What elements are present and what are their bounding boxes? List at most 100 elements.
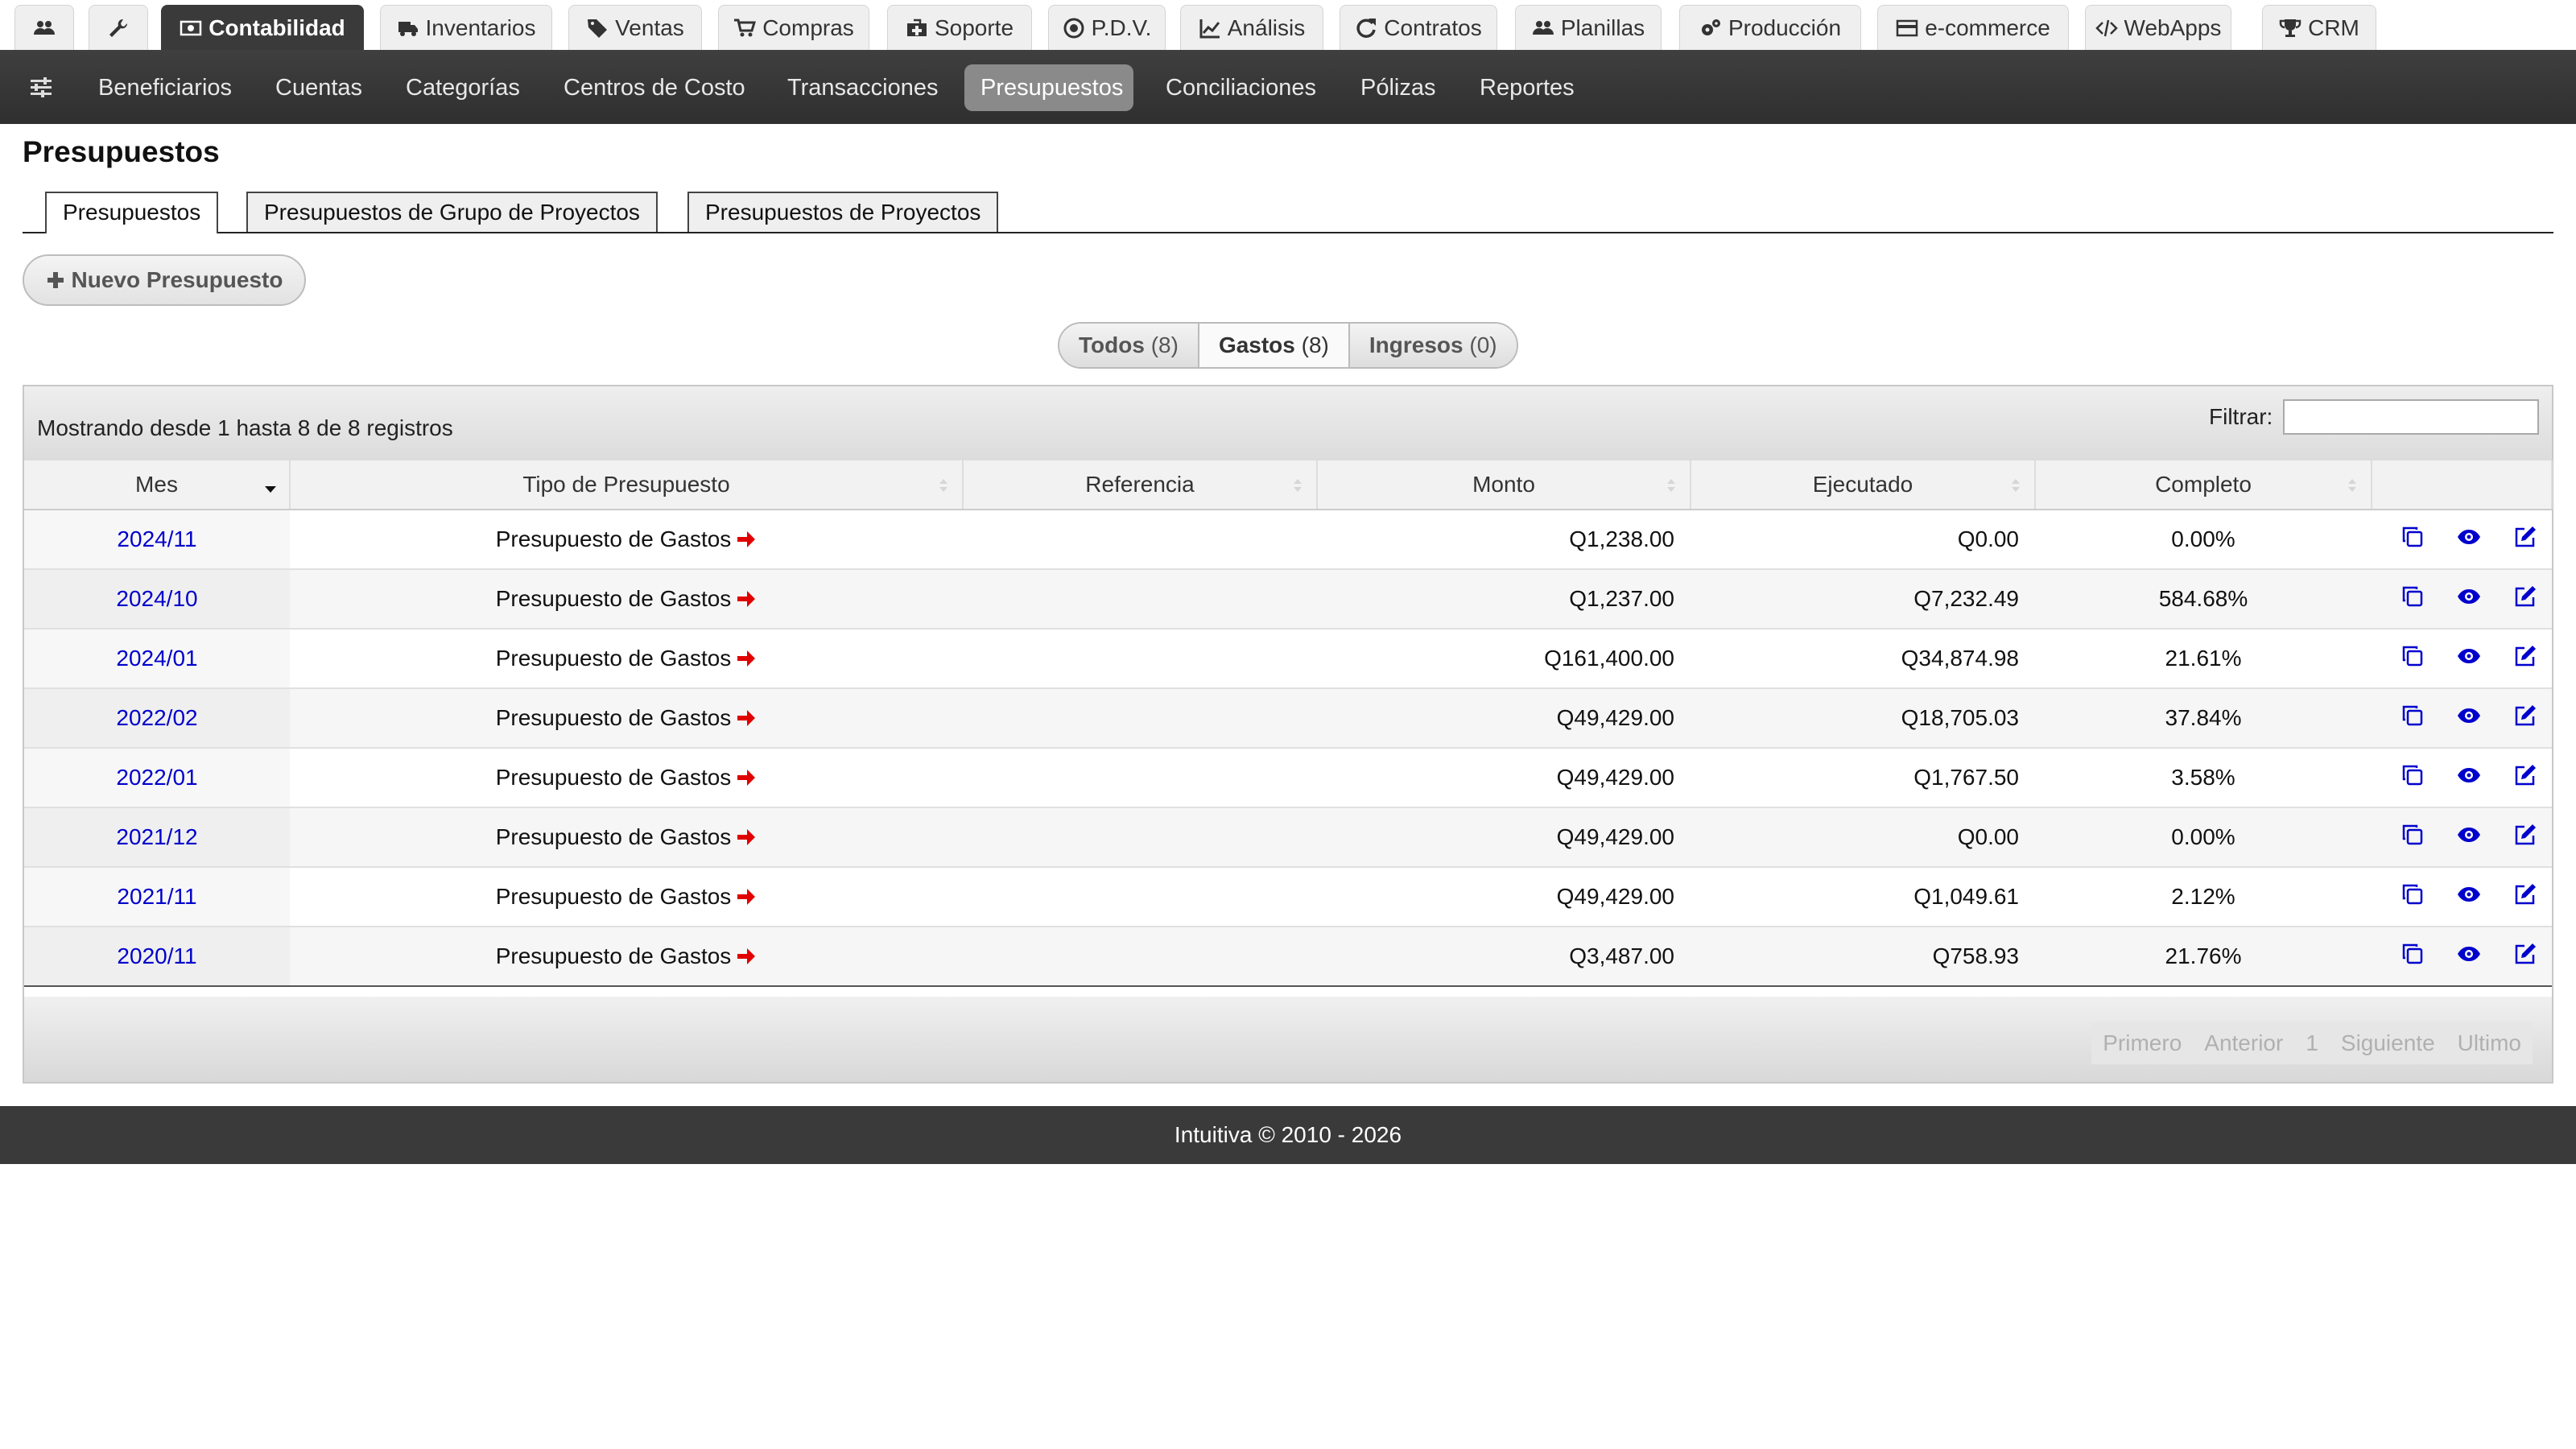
dot-circle-icon (1063, 18, 1084, 38)
copy-button[interactable] (2388, 704, 2438, 733)
module-tab-inventarios[interactable]: Inventarios (380, 5, 552, 50)
copy-button[interactable] (2388, 823, 2438, 852)
row-mes-link[interactable]: 2022/01 (24, 748, 290, 808)
filter-gastos-button[interactable]: Gastos (8) (1199, 324, 1350, 367)
edit-button[interactable] (2500, 763, 2550, 793)
page-prev-button[interactable]: Anterior (2193, 1022, 2295, 1064)
col-monto[interactable]: Monto (1317, 460, 1691, 510)
filter-label: Todos (1079, 332, 1145, 357)
cell-mes: 2024/11 (117, 526, 197, 551)
copy-button[interactable] (2388, 525, 2438, 555)
cell-monto: Q49,429.00 (1556, 824, 1674, 849)
wrench-icon (109, 19, 128, 37)
module-tab-ventas[interactable]: Ventas (568, 5, 702, 50)
page-last-button[interactable]: Ultimo (2446, 1022, 2533, 1064)
module-tab-produccion[interactable]: Producción (1679, 5, 1861, 50)
tab-presupuestos-proyectos[interactable]: Presupuestos de Proyectos (687, 192, 999, 232)
module-tab-crm[interactable]: CRM (2262, 5, 2376, 50)
nav-presupuestos[interactable]: Presupuestos (964, 64, 1133, 111)
nav-beneficiarios[interactable]: Beneficiarios (82, 64, 248, 111)
edit-button[interactable] (2500, 942, 2550, 972)
tab-presupuestos-grupo-proyectos[interactable]: Presupuestos de Grupo de Proyectos (246, 192, 658, 232)
row-mes-link[interactable]: 2021/12 (24, 807, 290, 868)
filter-ingresos-button[interactable]: Ingresos (0) (1349, 324, 1517, 367)
row-completo: 3.58% (2035, 748, 2372, 808)
nav-transacciones[interactable]: Transacciones (771, 64, 955, 111)
module-tab-webapps[interactable]: WebApps (2085, 5, 2231, 50)
cell-mes: 2022/02 (116, 705, 198, 730)
page-next-button[interactable]: Siguiente (2329, 1022, 2446, 1064)
nav-cuentas[interactable]: Cuentas (259, 64, 378, 111)
nav-reportes[interactable]: Reportes (1463, 64, 1591, 111)
code-icon (2095, 19, 2118, 36)
page-number-button[interactable]: 1 (2294, 1022, 2330, 1064)
view-button[interactable] (2444, 823, 2494, 852)
edit-icon (2515, 883, 2536, 904)
copy-button[interactable] (2388, 763, 2438, 793)
edit-button[interactable] (2500, 525, 2550, 555)
view-button[interactable] (2444, 882, 2494, 912)
table-filter-input[interactable] (2283, 399, 2539, 435)
cell-tipo: Presupuesto de Gastos (495, 943, 732, 968)
copy-button[interactable] (2388, 942, 2438, 972)
copy-button[interactable] (2388, 584, 2438, 614)
col-referencia[interactable]: Referencia (963, 460, 1318, 510)
module-tab-planillas[interactable]: Planillas (1515, 5, 1662, 50)
view-button[interactable] (2444, 942, 2494, 972)
col-completo[interactable]: Completo (2035, 460, 2372, 510)
module-tab-compras[interactable]: Compras (718, 5, 869, 50)
nav-conciliaciones[interactable]: Conciliaciones (1150, 64, 1332, 111)
row-completo: 2.12% (2035, 867, 2372, 927)
sliders-icon[interactable] (29, 76, 53, 100)
row-mes-link[interactable]: 2020/11 (24, 927, 290, 987)
nav-polizas[interactable]: Pólizas (1344, 64, 1452, 111)
row-mes-link[interactable]: 2024/01 (24, 629, 290, 689)
module-tab-analisis[interactable]: Análisis (1180, 5, 1323, 50)
edit-button[interactable] (2500, 704, 2550, 733)
tab-presupuestos[interactable]: Presupuestos (45, 192, 219, 233)
edit-button[interactable] (2500, 584, 2550, 614)
filter-todos-button[interactable]: Todos (8) (1059, 324, 1199, 367)
view-button[interactable] (2444, 763, 2494, 793)
module-tab-soporte[interactable]: Soporte (887, 5, 1032, 50)
module-tab-ecommerce[interactable]: e-commerce (1877, 5, 2069, 50)
view-button[interactable] (2444, 525, 2494, 555)
row-mes-link[interactable]: 2024/10 (24, 569, 290, 630)
edit-button[interactable] (2500, 644, 2550, 674)
row-mes-link[interactable]: 2024/11 (24, 510, 290, 570)
table-row: 2024/10 Presupuesto de Gastos Q1,237.00 … (24, 569, 2552, 630)
module-tab-tools[interactable] (89, 5, 148, 50)
copy-button[interactable] (2388, 644, 2438, 674)
new-budget-button[interactable]: Nuevo Presupuesto (23, 254, 306, 306)
row-completo: 37.84% (2035, 688, 2372, 749)
view-button[interactable] (2444, 644, 2494, 674)
row-monto: Q49,429.00 (1317, 688, 1690, 749)
row-tipo: Presupuesto de Gastos (290, 927, 963, 987)
module-tab-label: Inventarios (425, 14, 536, 40)
row-completo: 21.76% (2035, 927, 2372, 987)
view-button[interactable] (2444, 704, 2494, 733)
view-button[interactable] (2444, 584, 2494, 614)
edit-button[interactable] (2500, 823, 2550, 852)
col-tipo[interactable]: Tipo de Presupuesto (290, 460, 964, 510)
module-tab-contratos[interactable]: Contratos (1340, 5, 1497, 50)
page-first-button[interactable]: Primero (2091, 1022, 2194, 1064)
module-tab-users[interactable] (14, 5, 74, 50)
row-mes-link[interactable]: 2022/02 (24, 688, 290, 749)
col-ejecutado[interactable]: Ejecutado (1690, 460, 2036, 510)
col-mes[interactable]: Mes (24, 460, 291, 510)
nav-categorias[interactable]: Categorías (390, 64, 536, 111)
copy-button[interactable] (2388, 882, 2438, 912)
row-mes-link[interactable]: 2021/11 (24, 867, 290, 927)
nav-centros-de-costo[interactable]: Centros de Costo (547, 64, 762, 111)
row-actions (2372, 688, 2552, 749)
module-tab-pdv[interactable]: P.D.V. (1048, 5, 1166, 50)
eye-icon (2457, 886, 2480, 902)
module-tab-contabilidad[interactable]: Contabilidad (161, 5, 364, 50)
row-completo: 0.00% (2035, 510, 2372, 570)
row-monto: Q3,487.00 (1317, 927, 1690, 987)
edit-button[interactable] (2500, 882, 2550, 912)
truck-icon (398, 21, 418, 36)
column-label: Monto (1472, 472, 1535, 497)
eye-icon (2457, 767, 2480, 782)
